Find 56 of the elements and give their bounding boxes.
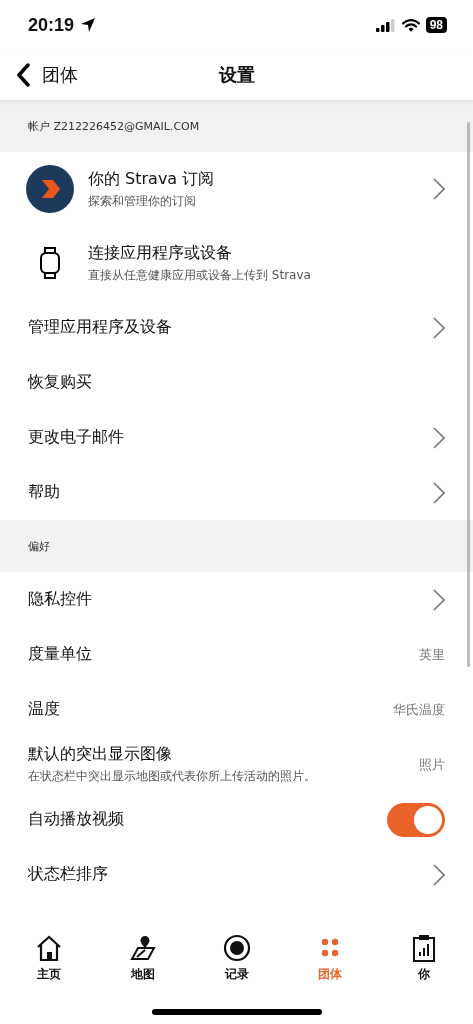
- toggle-switch[interactable]: [387, 802, 445, 837]
- row-subtitle: 在状态栏中突出显示地图或代表你所上传活动的照片。: [28, 768, 317, 785]
- chevron-right-icon: [433, 316, 445, 339]
- settings-row[interactable]: 更改电子邮件: [0, 410, 473, 465]
- tab-item[interactable]: 地图: [117, 934, 168, 983]
- chevron-right-icon: [433, 863, 445, 886]
- row-title: 自动播放视频: [28, 809, 125, 830]
- settings-row[interactable]: 默认的突出显示图像 在状态栏中突出显示地图或代表你所上传活动的照片。 照片: [0, 737, 473, 792]
- row-title: 默认的突出显示图像: [28, 744, 173, 765]
- settings-row[interactable]: 温度 华氏温度: [0, 682, 473, 737]
- row-title: 管理应用程序及设备: [28, 317, 173, 338]
- chevron-right-icon: [433, 178, 445, 200]
- row-value: 华氏温度: [393, 700, 445, 719]
- row-value: 英里: [419, 645, 445, 664]
- back-chevron-icon: [16, 63, 30, 87]
- settings-row[interactable]: 自动播放视频: [0, 792, 473, 847]
- tab-item[interactable]: 主页: [24, 934, 74, 983]
- chevron-logo-icon: [26, 165, 74, 213]
- settings-row[interactable]: 你的 Strava 订阅 探索和管理你的订阅: [0, 152, 473, 226]
- row-title: 连接应用程序或设备: [88, 242, 233, 264]
- row-title: 帮助: [28, 482, 61, 503]
- chevron-right-icon: [433, 481, 445, 504]
- row-subtitle: 探索和管理你的订阅: [88, 192, 197, 210]
- row-subtitle: 直接从任意健康应用或设备上传到 Strava: [88, 266, 312, 284]
- tab-item[interactable]: 记录: [211, 934, 262, 983]
- row-title: 温度: [28, 699, 61, 720]
- record-icon: [222, 934, 251, 962]
- settings-row[interactable]: 恢复购买: [0, 355, 473, 410]
- row-title: 度量单位: [28, 644, 93, 665]
- row-title: 状态栏排序: [28, 864, 109, 885]
- section-header: 帐户 Z212226452@GMAIL.COM: [0, 100, 473, 152]
- settings-row[interactable]: 状态栏排序: [0, 847, 473, 902]
- status-time: 20:19: [28, 14, 75, 36]
- chevron-right-icon: [433, 426, 445, 449]
- wifi-icon: [401, 18, 420, 32]
- map-pin-icon: [128, 934, 157, 962]
- tab-item[interactable]: 你: [399, 934, 449, 983]
- settings-row[interactable]: 帮助: [0, 465, 473, 520]
- back-button[interactable]: 团体: [0, 63, 78, 87]
- chevron-right-icon: [433, 588, 445, 611]
- row-title: 你的 Strava 订阅: [88, 168, 216, 190]
- row-title: 隐私控件: [28, 589, 93, 610]
- row-title: 恢复购买: [28, 372, 93, 393]
- section-header: 偏好: [0, 520, 473, 572]
- row-title: 更改电子邮件: [28, 427, 125, 448]
- location-arrow-icon: [80, 17, 97, 33]
- row-value: 照片: [419, 755, 445, 774]
- settings-row[interactable]: 管理应用程序及设备: [0, 300, 473, 355]
- page-title: 设置: [218, 63, 255, 87]
- house-icon: [35, 934, 63, 962]
- settings-row[interactable]: 连接应用程序或设备 直接从任意健康应用或设备上传到 Strava: [0, 226, 473, 300]
- signal-icon: [375, 18, 396, 32]
- settings-row[interactable]: 隐私控件: [0, 572, 473, 627]
- clipboard-chart-icon: [410, 934, 438, 962]
- settings-row[interactable]: 度量单位 英里: [0, 627, 473, 682]
- battery-level: 98: [425, 17, 447, 33]
